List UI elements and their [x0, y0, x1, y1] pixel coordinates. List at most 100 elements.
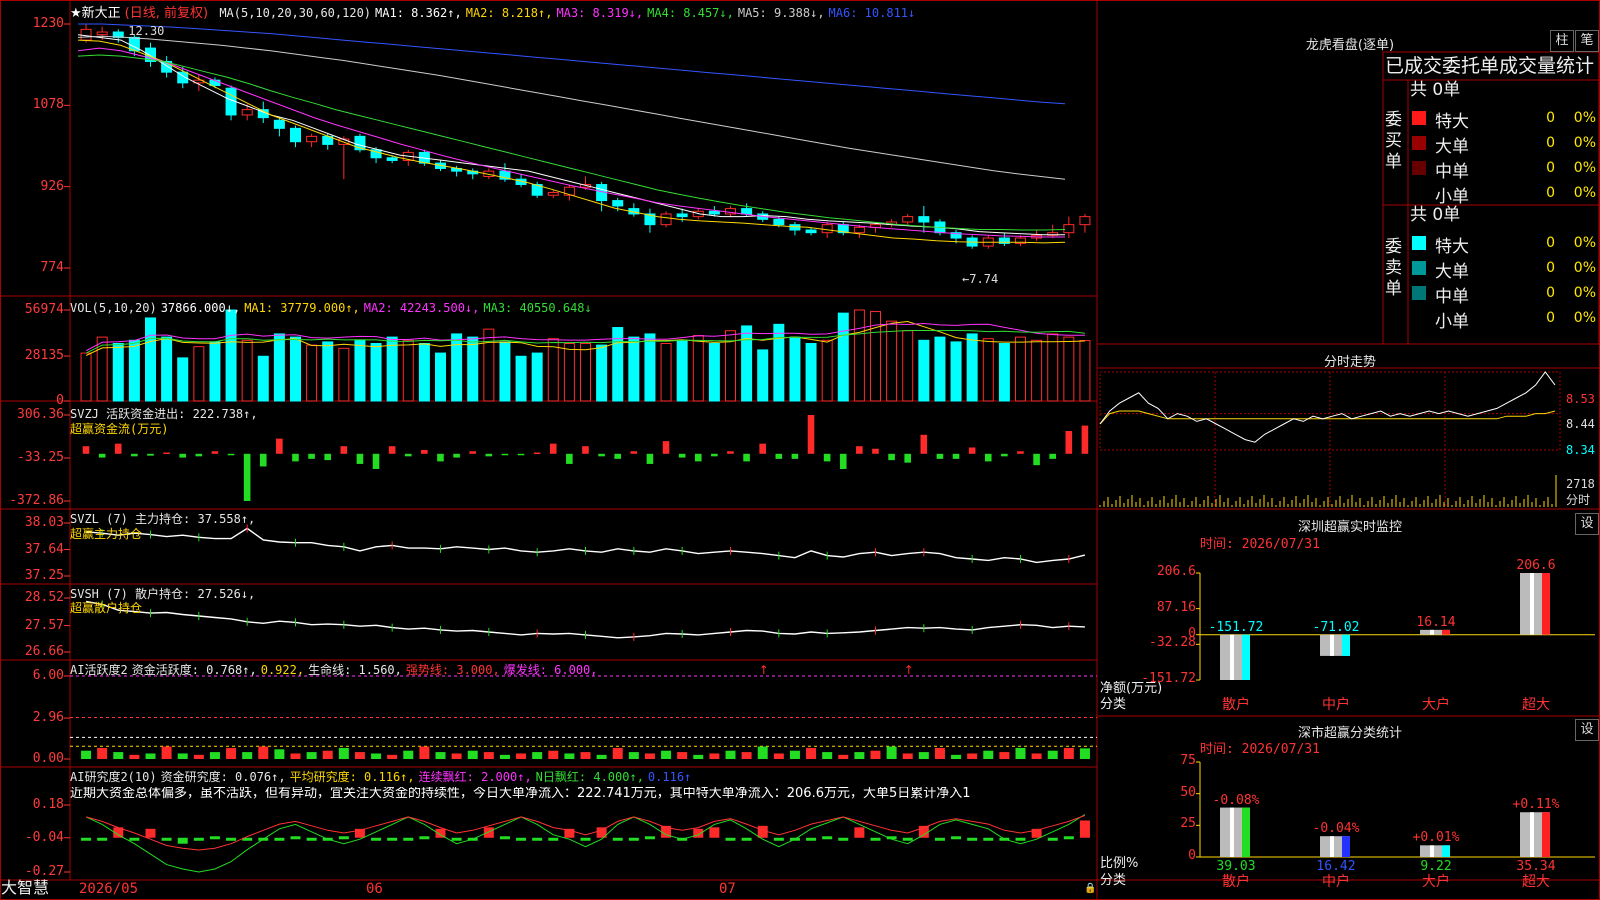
candle-body	[547, 192, 559, 196]
ai2-header-item-2: 平均研究度: 0.116↑,	[289, 770, 415, 784]
research-bar	[371, 837, 382, 841]
activity-bar	[967, 753, 978, 759]
buy-orders-label: 委买单	[1385, 110, 1402, 172]
volume-bar	[1031, 339, 1043, 402]
fund-flow-bar	[227, 453, 235, 456]
buy-row-pct-3: 0%	[1573, 185, 1596, 201]
classify-title: 深市超赢分类统计	[1297, 726, 1402, 741]
ma-line-MA2	[77, 39, 1066, 244]
activity-bar	[741, 752, 752, 759]
sell-row-color-1	[1412, 261, 1426, 275]
fund-flow-bar	[421, 449, 428, 454]
fund-flow-bar	[372, 453, 380, 469]
ai2-axis-2: -0.27	[24, 864, 64, 879]
fund-flow-bar	[211, 451, 219, 454]
volume-bar	[80, 352, 92, 402]
activity-bar	[1063, 747, 1074, 759]
fund-flow-bar	[549, 443, 557, 454]
vol-header-item-0: VOL(5,10,20)	[70, 301, 157, 315]
ai-research-header: AI研究度2(10) 资金研究度: 0.076↑, 平均研究度: 0.116↑, 连续…	[70, 768, 695, 785]
ai1-axis-1: 2.96	[32, 710, 64, 726]
classify-value-3: 35.34	[1516, 859, 1556, 874]
activity-bar	[822, 752, 833, 759]
low-price-label: ←7.74	[962, 272, 998, 286]
buy-row-name-2: 中单	[1435, 162, 1469, 182]
fund-flow-bar	[1081, 425, 1089, 454]
volume-bar	[982, 338, 994, 402]
research-bar	[902, 837, 913, 841]
fund-flow-bar	[984, 453, 992, 462]
classify-bar-accent-2	[1442, 845, 1450, 857]
bar-mode-button[interactable]: 柱	[1550, 30, 1574, 52]
fund-flow-bar	[469, 451, 476, 454]
classify-time: 时间: 2026/07/31	[1200, 742, 1320, 757]
fund-flow-bar	[195, 453, 203, 457]
activity-bar	[177, 753, 188, 759]
volume-bar	[435, 352, 446, 402]
outer-frame	[0, 0, 1600, 900]
research-bar	[274, 837, 285, 841]
svzl-axis-0: 38.03	[24, 515, 64, 530]
activity-bar	[806, 747, 817, 759]
fund-flow-bar	[163, 452, 170, 455]
monitor-bar-shine-2	[1430, 629, 1434, 635]
classify-axis-2: 25	[1180, 816, 1196, 832]
research-bar	[145, 828, 156, 838]
research-bar	[306, 837, 317, 841]
activity-bar	[499, 754, 510, 759]
vol-header-item-1: 37866.000↓,	[160, 301, 241, 315]
buy-row-color-1	[1412, 136, 1426, 150]
fund-flow-bar	[839, 453, 847, 469]
activity-bar	[354, 752, 365, 759]
price-axis-3: 774	[40, 260, 64, 275]
lock-icon[interactable]: 🔒	[1084, 884, 1096, 894]
classify-bar-accent-1	[1342, 836, 1350, 857]
volume-bar	[789, 336, 801, 402]
activity-bar	[918, 752, 929, 759]
volume-bar	[708, 343, 720, 402]
activity-bar	[129, 754, 140, 759]
classify-settings-button[interactable]: 设	[1575, 719, 1599, 741]
sell-row-name-0: 特大	[1435, 237, 1469, 257]
activity-bar	[209, 752, 220, 759]
buy-row-name-3: 小单	[1435, 187, 1469, 207]
intraday-title: 分时走势	[1323, 355, 1376, 370]
volume-bar	[547, 338, 559, 402]
activity-bar	[290, 753, 301, 759]
svzl-header-item-0: SVZL (7) 主力持仓: 37.558↑,	[70, 512, 256, 526]
research-bar	[693, 828, 704, 838]
svzl-subtitle: 超赢主力持仓	[70, 527, 143, 541]
research-bar	[81, 837, 92, 841]
svzj-axis-0: 306.36	[17, 407, 64, 422]
activity-bar	[580, 752, 591, 759]
activity-bar	[773, 753, 784, 759]
ma-header-item-5: MA5: 9.388↓,	[737, 6, 825, 20]
buy-row-pct-1: 0%	[1573, 135, 1596, 151]
volume-bar	[193, 346, 205, 402]
activity-bar	[258, 746, 269, 759]
classify-bar-accent-0	[1242, 807, 1250, 857]
activity-bar	[661, 750, 672, 759]
date-label-1: 2026/05	[79, 881, 139, 897]
monitor-settings-button[interactable]: 设	[1575, 513, 1599, 535]
candle-body	[902, 216, 914, 223]
ma-line-MA4	[77, 54, 1066, 231]
vol-axis-2: 0	[56, 393, 64, 408]
sell-row-color-2	[1412, 286, 1426, 300]
fund-flow-bar	[759, 443, 766, 454]
volume-bar	[644, 333, 656, 402]
fund-flow-bar	[179, 453, 186, 458]
fund-flow-bar	[678, 453, 686, 458]
candle-body	[853, 226, 865, 234]
kline-chart-canvas[interactable]: 12.30 ←7.74 ↑ ↑	[0, 0, 1600, 900]
ma-header-item-0: MA(5,10,20,30,60,120)	[219, 6, 372, 20]
fund-flow-bar	[1017, 451, 1024, 454]
volume-bar	[402, 339, 414, 402]
research-line-red	[85, 815, 1086, 851]
pen-mode-button[interactable]: 笔	[1575, 30, 1599, 52]
activity-bar	[371, 753, 382, 759]
classify-cat-2: 大户	[1422, 874, 1450, 890]
activity-bar	[483, 752, 494, 759]
sell-row-pct-0: 0%	[1573, 235, 1596, 251]
volume-bar	[483, 328, 495, 402]
